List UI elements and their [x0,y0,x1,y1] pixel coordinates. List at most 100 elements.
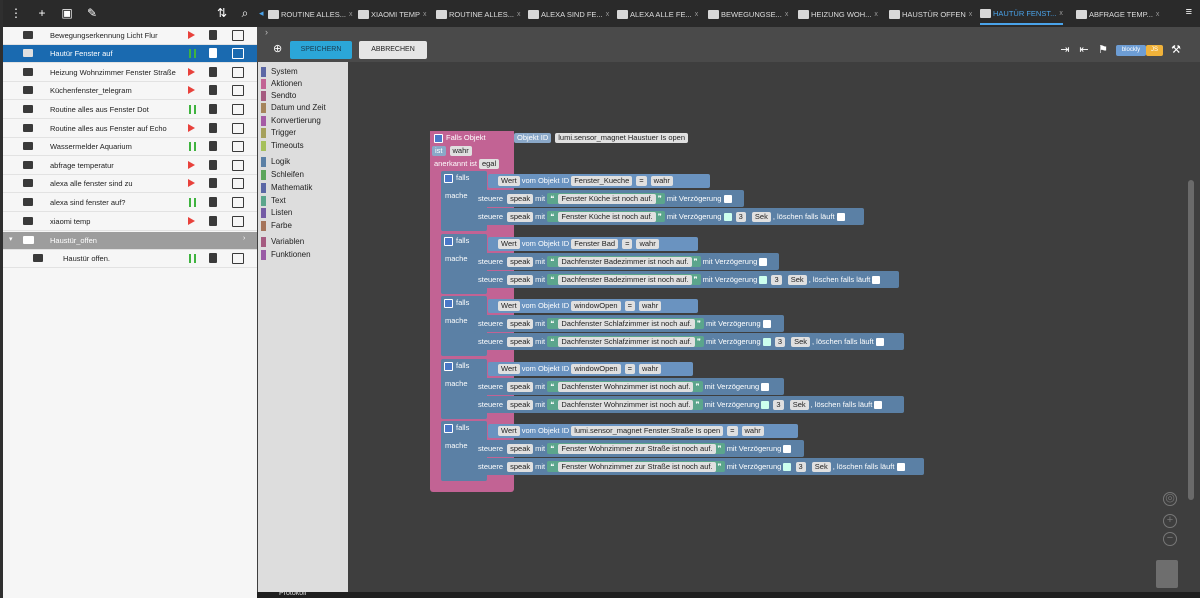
delete-icon[interactable] [209,253,217,263]
export-script-icon[interactable] [232,104,244,115]
tab-script[interactable]: HAUSTÜR OFFEN x [889,3,972,25]
pause-icon[interactable] [189,142,196,151]
value-dropdown[interactable]: wahr [636,239,659,249]
toolbox-category[interactable]: Trigger [258,127,348,139]
if-header[interactable]: falls [444,422,469,434]
pause-icon[interactable] [189,254,196,263]
close-icon[interactable]: x [695,11,699,18]
state-dropdown[interactable]: speak [507,212,534,222]
pause-icon[interactable] [189,198,196,207]
export-script-icon[interactable] [232,141,244,152]
wert-dropdown[interactable]: Wert [498,364,520,374]
delete-icon[interactable] [209,197,217,207]
delay-number[interactable]: 3 [735,212,746,222]
compare-block[interactable]: Wert vom Objekt ID windowOpen = wahr [488,362,693,376]
tab-script[interactable]: ALEXA ALLE FE... x [617,3,698,25]
object-id-field[interactable]: windowOpen [571,364,621,374]
text-field[interactable]: Dachfenster Badezimmer ist noch auf. [558,257,692,267]
delete-icon[interactable] [209,85,217,95]
clear-checkbox[interactable] [872,276,881,285]
sidebar-item[interactable]: alexa sind fenster auf? [3,194,257,212]
object-id-field[interactable]: Fenster Bad [571,239,619,249]
state-dropdown[interactable]: speak [507,382,534,392]
object-id-field[interactable]: windowOpen [571,301,621,311]
object-id-field[interactable]: Fenster_Kueche [571,176,633,186]
state-dropdown[interactable]: speak [507,194,534,204]
equals-dropdown[interactable]: = [624,301,635,311]
settings-icon[interactable] [444,298,453,308]
play-icon[interactable] [188,124,195,132]
delete-icon[interactable] [209,178,217,188]
delay-checkbox[interactable] [761,383,770,392]
toolbox-category[interactable]: Timeouts [258,140,348,152]
export-script-icon[interactable] [232,253,244,264]
delete-icon[interactable] [209,160,217,170]
close-icon[interactable]: x [1156,11,1160,18]
unit-dropdown[interactable]: Sek [789,400,809,410]
trash-icon[interactable] [1156,560,1178,588]
text-field[interactable]: Fenster Wohnzimmer zur Straße ist noch a… [558,462,716,472]
compare-block[interactable]: Wert vom Objekt ID windowOpen = wahr [488,299,698,313]
chevron-down-icon[interactable]: ▾ [9,235,13,243]
compare-block[interactable]: Wert vom Objekt ID Fenster Bad = wahr [488,237,698,251]
close-icon[interactable]: x [423,11,427,18]
delay-checkbox[interactable] [761,401,770,410]
sidebar-item[interactable]: Küchenfenster_telegram [3,82,257,100]
text-block[interactable]: ❝ Fenster Küche ist noch auf. ❞ [547,193,665,204]
delay-number[interactable]: 3 [795,462,806,472]
target-icon[interactable]: ⊕ [273,42,282,55]
text-block[interactable]: ❝ Dachfenster Badezimmer ist noch auf. ❞ [547,274,701,285]
value-dropdown[interactable]: wahr [741,426,764,436]
settings-icon[interactable] [444,361,453,371]
delete-icon[interactable] [209,30,217,40]
pause-icon[interactable] [189,49,196,58]
compare-block[interactable]: Wert vom Objekt ID Fenster_Kueche = wahr [488,174,710,188]
toolbox-category[interactable]: Schleifen [258,169,348,181]
delete-icon[interactable] [209,67,217,77]
tab-script[interactable]: ALEXA SIND FE... x [528,3,609,25]
control-block[interactable]: steuere speak mit ❝ Fenster Wohnzimmer zu… [474,440,804,457]
play-icon[interactable] [188,217,195,225]
import-icon[interactable]: ⇤ [1078,44,1090,56]
close-icon[interactable]: x [1059,10,1063,17]
export-script-icon[interactable] [232,48,244,59]
state-dropdown[interactable]: speak [507,400,534,410]
value-dropdown[interactable]: wahr [638,301,662,311]
delay-checkbox[interactable] [759,276,768,285]
wahr-dropdown[interactable]: wahr [449,146,472,156]
delay-number[interactable]: 3 [774,337,785,347]
delete-icon[interactable] [209,123,217,133]
tab-script[interactable]: XIAOMI TEMP x [358,3,427,25]
js-toggle[interactable]: JS [1146,45,1163,56]
trigger-ist[interactable]: ist wahr [432,146,474,156]
object-id-field[interactable]: lumi.sensor_magnet Fenster.Straße Is ope… [571,426,724,436]
tab-script[interactable]: HEIZUNG WOH... x [798,3,878,25]
if-header[interactable]: falls [444,235,469,247]
clear-checkbox[interactable] [836,213,845,222]
tab-script[interactable]: BEWEGUNGSE... x [708,3,788,25]
settings-icon[interactable] [444,423,453,433]
state-dropdown[interactable]: speak [507,462,534,472]
wert-dropdown[interactable]: Wert [498,301,520,311]
if-header[interactable]: falls [444,297,469,309]
egal-dropdown[interactable]: egal [478,159,500,169]
tab-script[interactable]: ROUTINE ALLES... x [436,3,521,25]
if-header[interactable]: falls [444,360,469,372]
equals-dropdown[interactable]: = [622,239,633,249]
delay-checkbox[interactable] [723,195,732,204]
toolbox-category[interactable]: Aktionen [258,78,348,90]
control-block[interactable]: steuere speak mit ❝ Dachfenster Wohnzimme… [474,378,784,395]
play-icon[interactable] [188,161,195,169]
toolbox-category[interactable]: System [258,66,348,78]
text-field[interactable]: Dachfenster Wohnzimmer ist noch auf. [558,400,694,410]
text-field[interactable]: Fenster Wohnzimmer zur Straße ist noch a… [558,444,716,454]
play-icon[interactable] [188,86,195,94]
export-script-icon[interactable] [232,30,244,41]
control-block[interactable]: steuere speak mit ❝ Dachfenster Schlafzim… [474,315,784,332]
flag-icon[interactable]: ⚑ [1097,44,1109,56]
sidebar-item[interactable]: Haustür offen. [3,250,257,268]
control-block[interactable]: steuere speak mit ❝ Fenster Küche ist noc… [474,190,744,207]
play-icon[interactable] [188,179,195,187]
text-block[interactable]: ❝ Dachfenster Wohnzimmer ist noch auf. ❞ [547,381,703,392]
settings-icon[interactable] [434,133,443,143]
